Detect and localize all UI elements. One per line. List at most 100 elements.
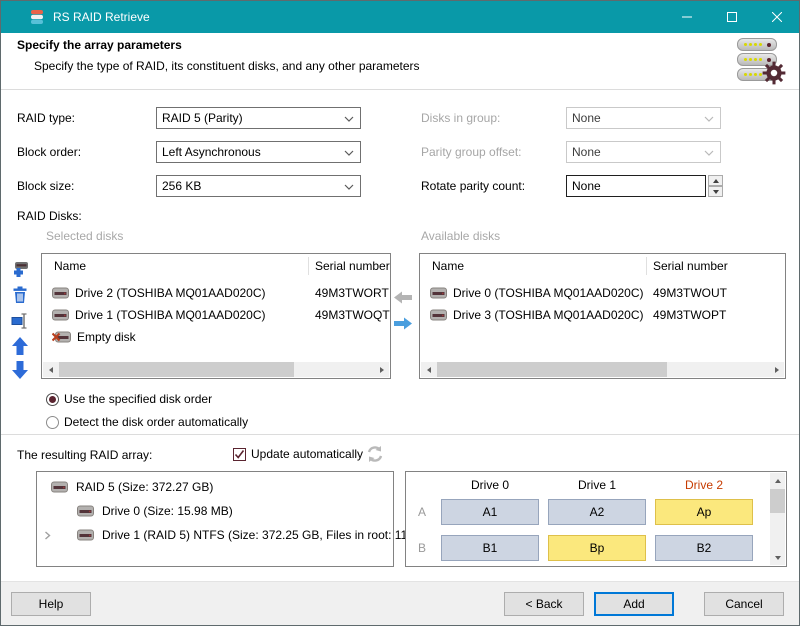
available-disks-caption: Available disks — [421, 229, 500, 243]
disk-icon — [51, 481, 68, 493]
cancel-button[interactable]: Cancel — [704, 592, 784, 616]
raid-type-label: RAID type: — [17, 110, 75, 126]
column-divider[interactable] — [308, 257, 309, 275]
maximize-button[interactable] — [709, 1, 754, 33]
grid-cell[interactable]: A1 — [441, 499, 539, 525]
move-to-available-button[interactable] — [393, 316, 413, 331]
disks-in-group-select: None — [566, 107, 721, 129]
chevron-down-icon — [344, 184, 354, 190]
block-order-select[interactable]: Left Asynchronous — [156, 141, 361, 163]
arrow-left-gray-icon — [393, 290, 413, 305]
scroll-left-icon[interactable] — [43, 362, 58, 377]
move-up-button[interactable] — [10, 335, 30, 357]
disk-icon — [430, 287, 447, 299]
scrollbar-thumb[interactable] — [770, 489, 785, 513]
disk-icon — [430, 309, 447, 321]
resulting-array-label: The resulting RAID array: — [17, 447, 152, 463]
grid-cell[interactable]: B2 — [655, 535, 753, 561]
vertical-scrollbar[interactable] — [770, 473, 785, 565]
radio-unselected-icon — [46, 416, 59, 429]
radio-auto-order[interactable]: Detect the disk order automatically — [46, 415, 248, 429]
minimize-button[interactable] — [664, 1, 709, 33]
raid-layout-grid: Drive 0 Drive 1 Drive 2 A B A1 A2 Ap B1 … — [405, 471, 787, 567]
move-to-selected-button[interactable] — [393, 290, 413, 305]
disk-serial: 49M3TWORT — [315, 282, 389, 304]
disk-icon — [77, 529, 94, 541]
raid-stack-icon — [737, 38, 785, 84]
insert-empty-disk-icon — [10, 311, 30, 331]
available-disk-row[interactable]: Drive 0 (TOSHIBA MQ01AAD020C) — [430, 282, 644, 304]
radio-specified-label: Use the specified disk order — [64, 392, 212, 406]
raid-type-select[interactable]: RAID 5 (Parity) — [156, 107, 361, 129]
disk-name: Drive 0 (TOSHIBA MQ01AAD020C) — [453, 286, 644, 300]
block-size-select[interactable]: 256 KB — [156, 175, 361, 197]
remove-disk-button[interactable] — [10, 285, 30, 305]
add-disk-button[interactable] — [10, 259, 30, 279]
scroll-down-icon[interactable] — [770, 550, 785, 565]
grid-cell[interactable]: Bp — [548, 535, 646, 561]
scrollbar-thumb[interactable] — [59, 362, 294, 377]
horizontal-scrollbar[interactable] — [43, 362, 389, 377]
refresh-button[interactable] — [365, 444, 385, 464]
move-down-button[interactable] — [10, 359, 30, 381]
selected-col-name[interactable]: Name — [54, 254, 86, 278]
rotate-parity-count-input[interactable]: None — [566, 175, 706, 197]
radio-selected-icon — [46, 393, 59, 406]
horizontal-scrollbar[interactable] — [421, 362, 784, 377]
available-col-name[interactable]: Name — [432, 254, 464, 278]
tree-item-raid5[interactable]: RAID 5 (Size: 372.27 GB) — [51, 480, 213, 494]
update-automatically-label: Update automatically — [251, 447, 363, 461]
tree-item-label: Drive 1 (RAID 5) NTFS (Size: 372.25 GB, … — [102, 528, 418, 542]
disk-name: Drive 3 (TOSHIBA MQ01AAD020C) — [453, 308, 644, 322]
tree-item-drive0[interactable]: Drive 0 (Size: 15.98 MB) — [77, 504, 233, 518]
raid-type-value: RAID 5 (Parity) — [162, 111, 243, 125]
selected-disk-row[interactable]: Drive 1 (TOSHIBA MQ01AAD020C) — [52, 304, 266, 326]
checkbox-checked-icon — [233, 448, 246, 461]
refresh-icon — [365, 444, 385, 464]
add-disk-icon — [10, 259, 30, 279]
spin-down-button[interactable] — [708, 186, 723, 197]
disk-name: Drive 2 (TOSHIBA MQ01AAD020C) — [75, 286, 266, 300]
update-automatically-checkbox[interactable]: Update automatically — [233, 447, 363, 461]
page-title: Specify the array parameters — [17, 38, 182, 52]
scroll-up-icon[interactable] — [770, 473, 785, 488]
grid-cell[interactable]: Ap — [655, 499, 753, 525]
tree-item-drive1[interactable]: Drive 1 (RAID 5) NTFS (Size: 372.25 GB, … — [43, 528, 418, 542]
available-col-serial[interactable]: Serial number — [653, 254, 728, 278]
add-button[interactable]: Add — [594, 592, 674, 616]
selected-disk-row[interactable]: Drive 2 (TOSHIBA MQ01AAD020C) — [52, 282, 266, 304]
available-disks-list[interactable]: Name Serial number Drive 0 (TOSHIBA MQ01… — [419, 253, 786, 379]
selected-col-serial[interactable]: Serial number — [315, 254, 390, 278]
spin-up-button[interactable] — [708, 175, 723, 186]
back-button[interactable]: < Back — [504, 592, 584, 616]
selected-disks-list[interactable]: Name Serial number Drive 2 (TOSHIBA MQ01… — [41, 253, 391, 379]
scrollbar-thumb[interactable] — [437, 362, 667, 377]
parity-group-offset-value: None — [572, 145, 601, 159]
scroll-left-icon[interactable] — [421, 362, 436, 377]
app-icon — [29, 9, 45, 25]
window-title: RS RAID Retrieve — [53, 10, 150, 24]
parity-group-offset-select: None — [566, 141, 721, 163]
radio-auto-label: Detect the disk order automatically — [64, 415, 248, 429]
disk-icon — [77, 505, 94, 517]
spin-down-icon — [713, 190, 719, 194]
arrow-up-icon — [10, 335, 30, 357]
grid-cell[interactable]: B1 — [441, 535, 539, 561]
close-button[interactable] — [754, 1, 799, 33]
help-button[interactable]: Help — [11, 592, 91, 616]
page-subtitle: Specify the type of RAID, its constituen… — [34, 59, 420, 73]
radio-specified-order[interactable]: Use the specified disk order — [46, 392, 212, 406]
available-disk-row[interactable]: Drive 3 (TOSHIBA MQ01AAD020C) — [430, 304, 644, 326]
expand-chevron-icon[interactable] — [43, 531, 52, 540]
disk-serial: 49M3TWOUT — [653, 282, 727, 304]
grid-row-label-b: B — [412, 541, 432, 555]
scroll-right-icon[interactable] — [374, 362, 389, 377]
selected-disks-caption: Selected disks — [46, 229, 123, 243]
scroll-right-icon[interactable] — [769, 362, 784, 377]
raid-tree-panel[interactable]: RAID 5 (Size: 372.27 GB) Drive 0 (Size: … — [36, 471, 394, 567]
selected-disk-row[interactable]: Empty disk — [52, 326, 136, 348]
insert-empty-disk-button[interactable] — [10, 311, 30, 331]
column-divider[interactable] — [646, 257, 647, 275]
grid-cell[interactable]: A2 — [548, 499, 646, 525]
disks-in-group-value: None — [572, 111, 601, 125]
